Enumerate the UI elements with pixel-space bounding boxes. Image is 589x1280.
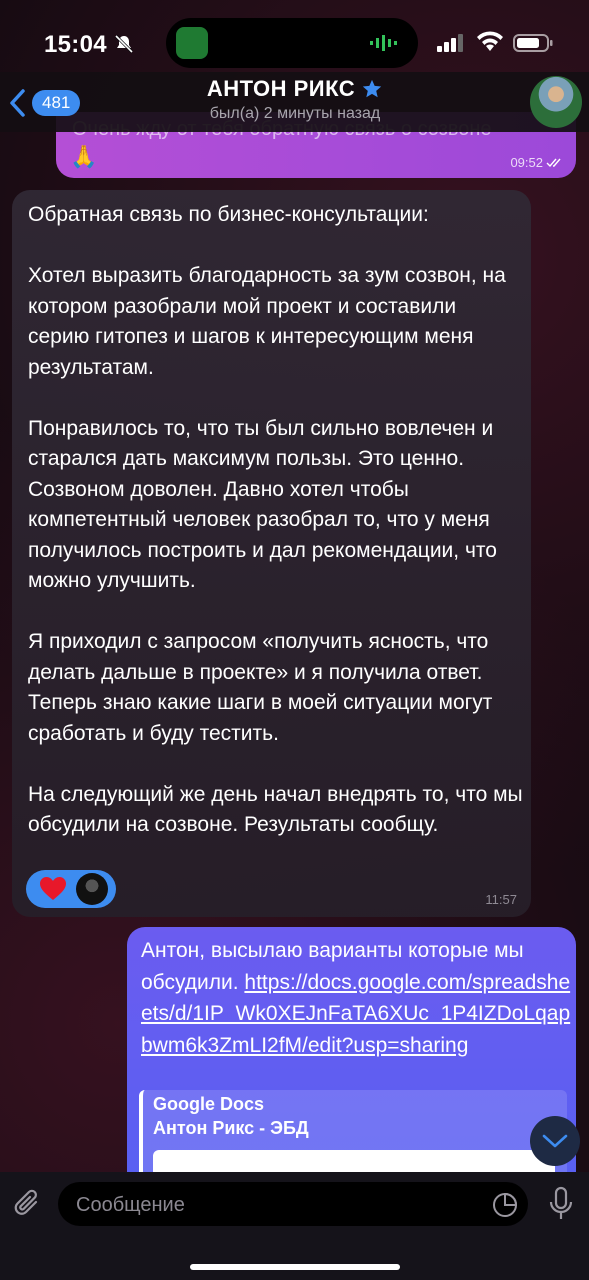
- message-text: Антон, высылаю варианты которые мы обсуд…: [141, 935, 571, 1061]
- premium-star-icon: [362, 79, 382, 98]
- battery-icon: [513, 34, 553, 52]
- preview-title: Антон Рикс - ЭБД: [153, 1118, 309, 1138]
- heart-icon: [40, 877, 66, 900]
- message-composer: [0, 1172, 589, 1280]
- message-input[interactable]: [74, 1182, 478, 1228]
- chevron-down-icon: [542, 1134, 568, 1148]
- contact-avatar[interactable]: [530, 76, 582, 128]
- incoming-message[interactable]: Обратная связь по бизнес-консультации: Х…: [12, 190, 531, 917]
- status-bar: 15:04: [0, 0, 589, 80]
- audio-wave-icon: [370, 35, 397, 51]
- dynamic-island: [166, 18, 418, 68]
- contact-name: АНТОН РИКС: [206, 76, 356, 101]
- message-input-box[interactable]: [58, 1182, 528, 1228]
- message-text: Обратная связь по бизнес-консультации: Х…: [28, 203, 523, 836]
- outgoing-message-link[interactable]: Антон, высылаю варианты которые мы обсуд…: [127, 927, 576, 1187]
- scroll-down-button[interactable]: [530, 1116, 580, 1166]
- message-time-text: 09:52: [510, 155, 543, 170]
- contact-name-row: АНТОН РИКС: [207, 76, 383, 102]
- chat-header: 481 АНТОН РИКС был(а) 2 минуты назад: [0, 72, 589, 132]
- pray-emoji: 🙏: [70, 144, 98, 169]
- sticker-icon[interactable]: [492, 1192, 518, 1218]
- double-check-icon: [546, 158, 561, 167]
- status-time: 15:04: [44, 31, 107, 58]
- chat-title-area[interactable]: АНТОН РИКС был(а) 2 минуты назад: [150, 76, 440, 123]
- preview-site-name: Google Docs: [153, 1094, 265, 1114]
- back-button[interactable]: 481: [8, 86, 81, 120]
- unread-count-badge: 481: [32, 90, 81, 116]
- reaction-badge[interactable]: [26, 870, 116, 908]
- microphone-icon[interactable]: [548, 1186, 574, 1222]
- message-time: 11:57: [485, 892, 517, 907]
- chevron-left-icon: [10, 89, 25, 117]
- reactor-avatar: [76, 873, 108, 905]
- message-time: 09:52: [510, 155, 564, 170]
- wifi-icon: [477, 31, 503, 51]
- home-indicator: [190, 1264, 400, 1270]
- last-seen-status: был(а) 2 минуты назад: [209, 105, 381, 122]
- bell-muted-icon: [114, 34, 134, 54]
- cellular-signal-icon: [437, 34, 463, 52]
- paperclip-icon[interactable]: [12, 1188, 44, 1220]
- now-playing-thumbnail: [176, 27, 208, 59]
